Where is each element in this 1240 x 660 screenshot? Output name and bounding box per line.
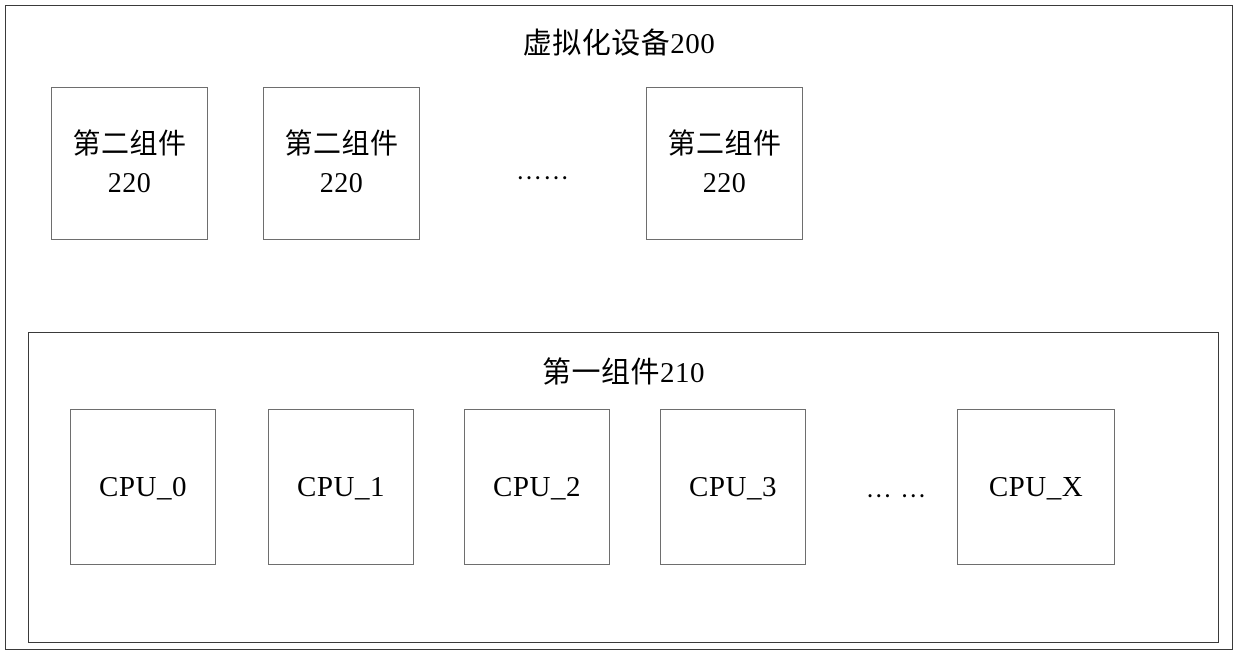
second-component-label: 第二组件220 xyxy=(72,128,187,199)
cpu-label: CPU_3 xyxy=(689,471,777,503)
cpu-box-x: CPU_X xyxy=(957,409,1115,565)
cpu-label: CPU_2 xyxy=(493,471,581,503)
second-component-label: 第二组件220 xyxy=(284,128,399,199)
cpu-box-3: CPU_3 xyxy=(660,409,806,565)
virtualization-device-container: 虚拟化设备200 第二组件220 第二组件220 …… 第二组件220 第一组件… xyxy=(5,5,1233,650)
diagram-title: 虚拟化设备200 xyxy=(522,28,716,60)
cpu-box-1: CPU_1 xyxy=(268,409,414,565)
cpu-label: CPU_X xyxy=(988,471,1084,503)
diagram-canvas: 虚拟化设备200 第二组件220 第二组件220 …… 第二组件220 第一组件… xyxy=(0,0,1240,660)
second-component-label: 第二组件220 xyxy=(667,128,782,199)
second-component-box-1: 第二组件220 xyxy=(51,87,208,240)
cpu-label: CPU_1 xyxy=(297,471,385,503)
second-component-box-3: 第二组件220 xyxy=(646,87,803,240)
cpu-label: CPU_0 xyxy=(99,471,187,503)
second-component-box-2: 第二组件220 xyxy=(263,87,420,240)
cpu-box-2: CPU_2 xyxy=(464,409,610,565)
cpu-box-0: CPU_0 xyxy=(70,409,216,565)
cpu-row-ellipsis: … … xyxy=(865,474,928,503)
first-component-title: 第一组件210 xyxy=(541,357,705,389)
first-component-container: 第一组件210 CPU_0 CPU_1 CPU_2 CPU_3 … … CPU_… xyxy=(28,332,1219,643)
second-component-row-ellipsis: …… xyxy=(516,156,570,185)
